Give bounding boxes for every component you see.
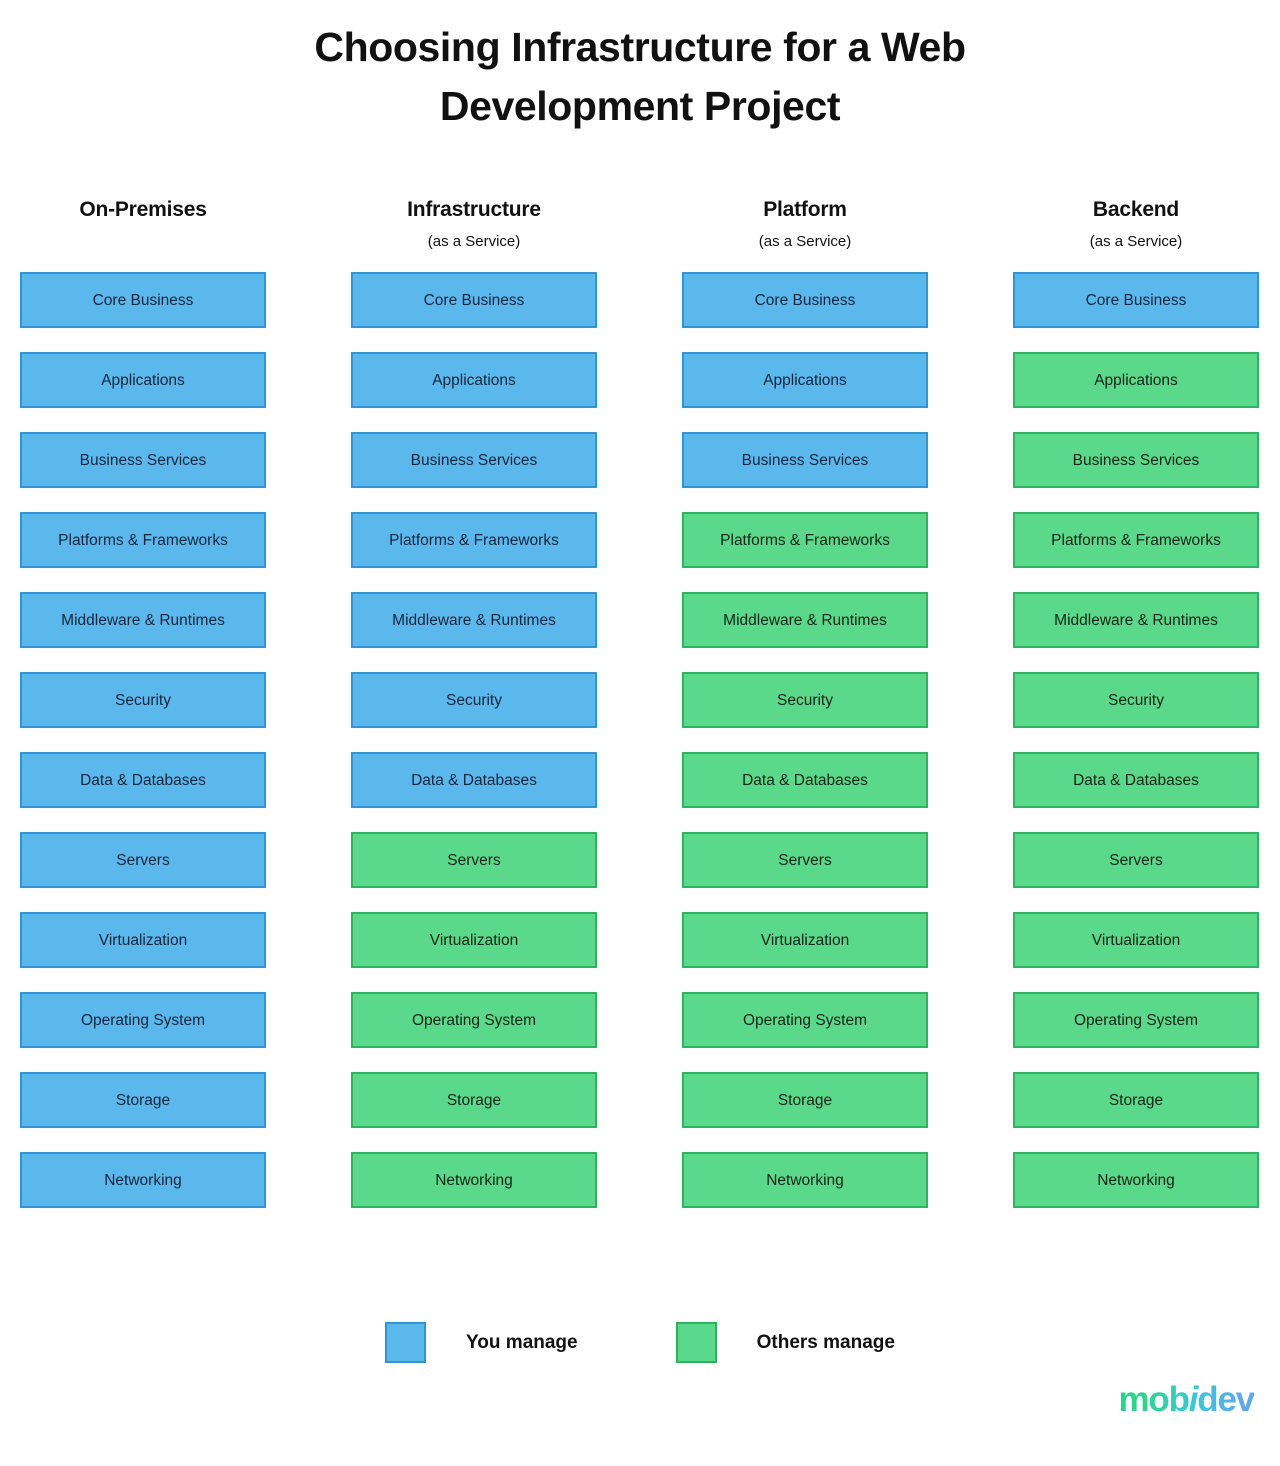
layer-cell: Business Services bbox=[351, 432, 597, 488]
layer-cell: Middleware & Runtimes bbox=[351, 592, 597, 648]
layer-cell: Applications bbox=[20, 352, 266, 408]
layer-cell: Platforms & Frameworks bbox=[20, 512, 266, 568]
layer-cell: Security bbox=[1013, 672, 1259, 728]
logo-part-i: i bbox=[1188, 1380, 1198, 1419]
column-rows: Core Business Applications Business Servic… bbox=[20, 272, 266, 1208]
column-title: On-Premises bbox=[79, 198, 207, 221]
layer-cell: Virtualization bbox=[1013, 912, 1259, 968]
layer-cell: Middleware & Runtimes bbox=[1013, 592, 1259, 648]
column-title: Platform bbox=[763, 198, 847, 221]
layer-cell: Security bbox=[351, 672, 597, 728]
layer-cell: Storage bbox=[1013, 1072, 1259, 1128]
layer-cell: Business Services bbox=[20, 432, 266, 488]
column-rows: Core Business Applications Business Servic… bbox=[1013, 272, 1259, 1208]
column-on-premises: On-Premises Core Business Applications Busi… bbox=[20, 196, 266, 1208]
column-header: Platform (as a Service) bbox=[682, 196, 928, 272]
layer-cell: Servers bbox=[1013, 832, 1259, 888]
column-subtitle: (as a Service) bbox=[427, 233, 521, 251]
layer-cell: Business Services bbox=[682, 432, 928, 488]
layer-cell: Platforms & Frameworks bbox=[1013, 512, 1259, 568]
layer-cell: Servers bbox=[351, 832, 597, 888]
layer-cell: Networking bbox=[1013, 1152, 1259, 1208]
column-subtitle: (as a Service) bbox=[1089, 233, 1183, 251]
layer-cell: Applications bbox=[1013, 352, 1259, 408]
column-infrastructure: Infrastructure (as a Service) Core Busines… bbox=[351, 196, 597, 1208]
layer-cell: Storage bbox=[351, 1072, 597, 1128]
layer-cell: Operating System bbox=[351, 992, 597, 1048]
mobidev-logo: mobidev bbox=[1118, 1382, 1254, 1417]
column-header: On-Premises bbox=[20, 196, 266, 272]
column-rows: Core Business Applications Business Servic… bbox=[351, 272, 597, 1208]
layer-cell: Security bbox=[20, 672, 266, 728]
layer-cell: Core Business bbox=[1013, 272, 1259, 328]
layer-cell: Operating System bbox=[1013, 992, 1259, 1048]
legend-swatch-icon bbox=[385, 1322, 427, 1363]
layer-cell: Platforms & Frameworks bbox=[351, 512, 597, 568]
legend-item: Others manage bbox=[675, 1322, 895, 1363]
layer-cell: Business Services bbox=[1013, 432, 1259, 488]
layer-cell: Security bbox=[682, 672, 928, 728]
column-subtitle: (as a Service) bbox=[758, 233, 852, 251]
layer-cell: Core Business bbox=[682, 272, 928, 328]
column-title: Backend bbox=[1092, 198, 1180, 221]
layer-cell: Operating System bbox=[20, 992, 266, 1048]
responsibility-matrix: On-Premises Core Business Applications Busi… bbox=[20, 196, 1260, 1208]
column-backend: Backend (as a Service) Core Business Applic… bbox=[1013, 196, 1259, 1208]
layer-cell: Networking bbox=[351, 1152, 597, 1208]
layer-cell: Middleware & Runtimes bbox=[682, 592, 928, 648]
layer-cell: Applications bbox=[682, 352, 928, 408]
layer-cell: Core Business bbox=[351, 272, 597, 328]
layer-cell: Virtualization bbox=[20, 912, 266, 968]
layer-cell: Virtualization bbox=[682, 912, 928, 968]
layer-cell: Servers bbox=[682, 832, 928, 888]
layer-cell: Networking bbox=[20, 1152, 266, 1208]
column-header: Infrastructure (as a Service) bbox=[351, 196, 597, 272]
page-title: Choosing Infrastructure for a Web Develo… bbox=[314, 24, 966, 130]
layer-cell: Data & Databases bbox=[1013, 752, 1259, 808]
layer-cell: Storage bbox=[682, 1072, 928, 1128]
layer-cell: Storage bbox=[20, 1072, 266, 1128]
legend-label: You manage bbox=[466, 1331, 578, 1353]
logo-part-mob: mob bbox=[1118, 1380, 1189, 1419]
layer-cell: Core Business bbox=[20, 272, 266, 328]
layer-cell: Data & Databases bbox=[351, 752, 597, 808]
legend: You manage Others manage bbox=[0, 1322, 1280, 1363]
column-platform: Platform (as a Service) Core Business Appli… bbox=[682, 196, 928, 1208]
layer-cell: Applications bbox=[351, 352, 597, 408]
layer-cell: Middleware & Runtimes bbox=[20, 592, 266, 648]
column-title: Infrastructure bbox=[407, 198, 541, 221]
column-rows: Core Business Applications Business Servic… bbox=[682, 272, 928, 1208]
layer-cell: Networking bbox=[682, 1152, 928, 1208]
layer-cell: Data & Databases bbox=[682, 752, 928, 808]
logo-part-dev: dev bbox=[1197, 1380, 1254, 1419]
layer-cell: Virtualization bbox=[351, 912, 597, 968]
legend-swatch-icon bbox=[675, 1322, 717, 1363]
column-header: Backend (as a Service) bbox=[1013, 196, 1259, 272]
layer-cell: Data & Databases bbox=[20, 752, 266, 808]
legend-item: You manage bbox=[385, 1322, 578, 1363]
layer-cell: Platforms & Frameworks bbox=[682, 512, 928, 568]
legend-label: Others manage bbox=[756, 1331, 895, 1353]
layer-cell: Servers bbox=[20, 832, 266, 888]
layer-cell: Operating System bbox=[682, 992, 928, 1048]
